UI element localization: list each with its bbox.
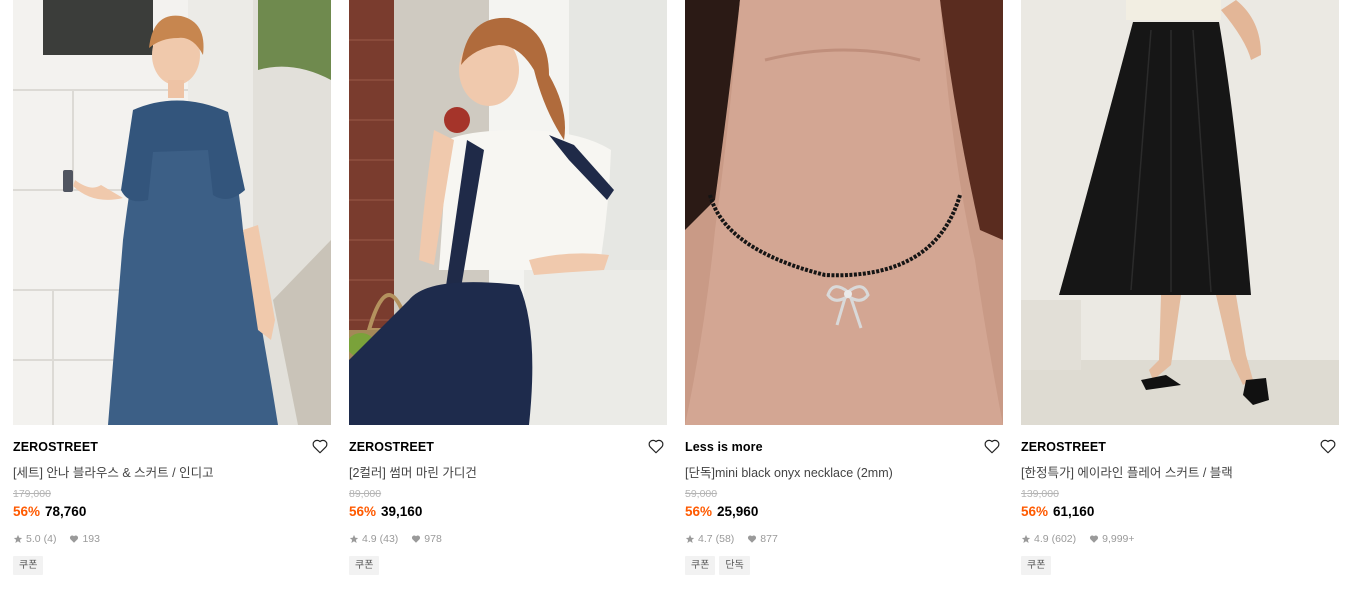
price-row: 56% 25,960 — [685, 504, 758, 519]
product-meta: 4.9 (602) 9,999+ — [1021, 533, 1135, 545]
product-image[interactable] — [349, 0, 667, 425]
product-card[interactable]: ZEROSTREET [2컬러] 썸머 마린 가디건 89,000 56% 39,… — [349, 0, 667, 590]
product-card[interactable]: ZEROSTREET [세트] 안나 블라우스 & 스커트 / 인디고 179,… — [13, 0, 331, 590]
original-price: 59,000 — [685, 488, 718, 500]
coupon-tag: 쿠폰 — [1021, 556, 1052, 575]
price-row: 56% 39,160 — [349, 504, 422, 519]
like-count: 193 — [82, 533, 100, 545]
product-card[interactable]: ZEROSTREET [한정특가] 에이라인 플레어 스커트 / 블랙 139,… — [1021, 0, 1339, 590]
discount-rate: 56% — [349, 504, 377, 519]
discount-rate: 56% — [685, 504, 713, 519]
product-image[interactable] — [1021, 0, 1339, 425]
rating: 5.0 — [26, 533, 41, 545]
brand-name[interactable]: ZEROSTREET — [13, 440, 98, 454]
star-icon — [685, 534, 695, 543]
rating: 4.9 — [362, 533, 377, 545]
like-count: 9,999+ — [1102, 533, 1135, 545]
heart-icon[interactable] — [311, 437, 329, 455]
sale-price: 39,160 — [381, 504, 423, 519]
original-price: 179,000 — [13, 488, 51, 500]
product-name[interactable]: [단독]mini black onyx necklace (2mm) — [685, 462, 985, 481]
product-name[interactable]: [2컬러] 썸머 마린 가디건 — [349, 462, 649, 481]
product-photo-marine-cardigan — [349, 0, 667, 425]
product-image[interactable] — [13, 0, 331, 425]
like-count: 978 — [424, 533, 442, 545]
product-name[interactable]: [한정특가] 에이라인 플레어 스커트 / 블랙 — [1021, 462, 1321, 481]
sale-price: 25,960 — [717, 504, 759, 519]
star-icon — [1021, 534, 1031, 543]
heart-filled-icon — [70, 535, 79, 543]
brand-name[interactable]: ZEROSTREET — [349, 440, 434, 454]
sale-price: 78,760 — [45, 504, 87, 519]
review-count: (43) — [379, 533, 399, 545]
rating: 4.9 — [1034, 533, 1049, 545]
original-price: 89,000 — [349, 488, 382, 500]
discount-rate: 56% — [13, 504, 41, 519]
brand-name[interactable]: Less is more — [685, 440, 763, 454]
product-meta: 4.7 (58) 877 — [685, 533, 778, 545]
heart-filled-icon — [748, 535, 757, 543]
tag-list: 쿠폰 — [349, 556, 380, 575]
review-count: (602) — [1051, 533, 1077, 545]
tag-list: 쿠폰 — [1021, 556, 1052, 575]
heart-icon[interactable] — [1319, 437, 1337, 455]
tag-list: 쿠폰 — [13, 556, 44, 575]
heart-filled-icon — [412, 535, 421, 543]
like-count: 877 — [760, 533, 778, 545]
original-price: 139,000 — [1021, 488, 1059, 500]
discount-rate: 56% — [1021, 504, 1049, 519]
exclusive-tag: 단독 — [719, 556, 750, 575]
product-meta: 5.0 (4) 193 — [13, 533, 100, 545]
coupon-tag: 쿠폰 — [685, 556, 716, 575]
product-photo-denim-set — [13, 0, 331, 425]
brand-name[interactable]: ZEROSTREET — [1021, 440, 1106, 454]
star-icon — [349, 534, 359, 543]
review-count: (4) — [43, 533, 57, 545]
review-count: (58) — [715, 533, 735, 545]
coupon-tag: 쿠폰 — [349, 556, 380, 575]
product-name[interactable]: [세트] 안나 블라우스 & 스커트 / 인디고 — [13, 462, 313, 481]
price-row: 56% 78,760 — [13, 504, 86, 519]
coupon-tag: 쿠폰 — [13, 556, 44, 575]
heart-icon[interactable] — [647, 437, 665, 455]
heart-icon[interactable] — [983, 437, 1001, 455]
product-card[interactable]: Less is more [단독]mini black onyx necklac… — [685, 0, 1003, 590]
sale-price: 61,160 — [1053, 504, 1095, 519]
rating: 4.7 — [698, 533, 713, 545]
product-photo-necklace — [685, 0, 1003, 425]
product-image[interactable] — [685, 0, 1003, 425]
tag-list: 쿠폰 단독 — [685, 556, 750, 575]
heart-filled-icon — [1090, 535, 1099, 543]
price-row: 56% 61,160 — [1021, 504, 1094, 519]
product-photo-black-skirt — [1021, 0, 1339, 425]
product-meta: 4.9 (43) 978 — [349, 533, 442, 545]
product-grid: ZEROSTREET [세트] 안나 블라우스 & 스커트 / 인디고 179,… — [0, 0, 1347, 590]
star-icon — [13, 534, 23, 543]
